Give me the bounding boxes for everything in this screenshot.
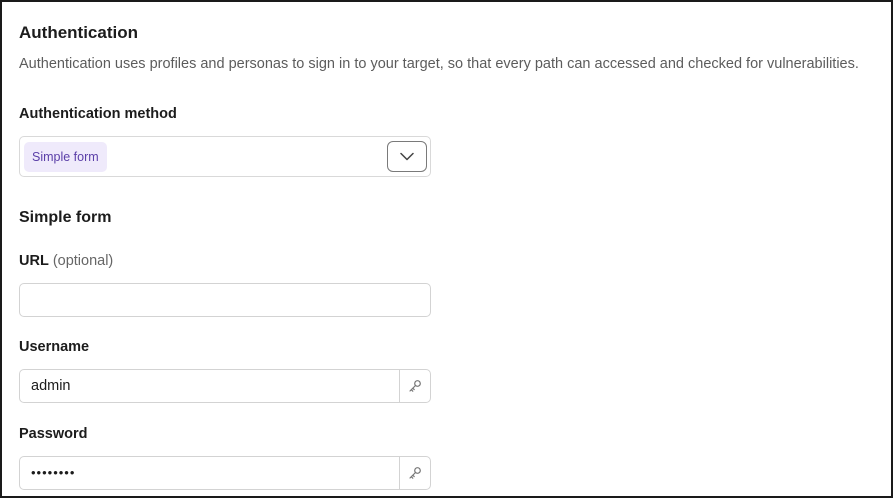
key-icon[interactable] xyxy=(399,457,430,489)
section-title: Authentication xyxy=(19,23,138,42)
username-label: Username xyxy=(19,339,90,355)
password-value: •••••••• xyxy=(31,465,76,480)
key-icon[interactable] xyxy=(399,370,430,402)
password-label: Password xyxy=(19,426,88,442)
url-label: URL (optional) xyxy=(19,253,113,269)
username-field[interactable]: admin xyxy=(19,369,431,403)
selected-method-chip: Simple form xyxy=(24,142,107,172)
auth-method-label: Authentication method xyxy=(19,106,177,122)
simple-form-title: Simple form xyxy=(19,209,112,226)
url-label-text: URL xyxy=(19,253,49,269)
url-input[interactable] xyxy=(19,283,431,317)
username-value: admin xyxy=(31,378,71,394)
optional-hint: (optional) xyxy=(52,253,114,269)
auth-method-select[interactable]: Simple form xyxy=(19,136,431,177)
chevron-down-icon[interactable] xyxy=(387,141,427,172)
password-field[interactable]: •••••••• xyxy=(19,456,431,490)
section-description: Authentication uses profiles and persona… xyxy=(19,56,859,72)
